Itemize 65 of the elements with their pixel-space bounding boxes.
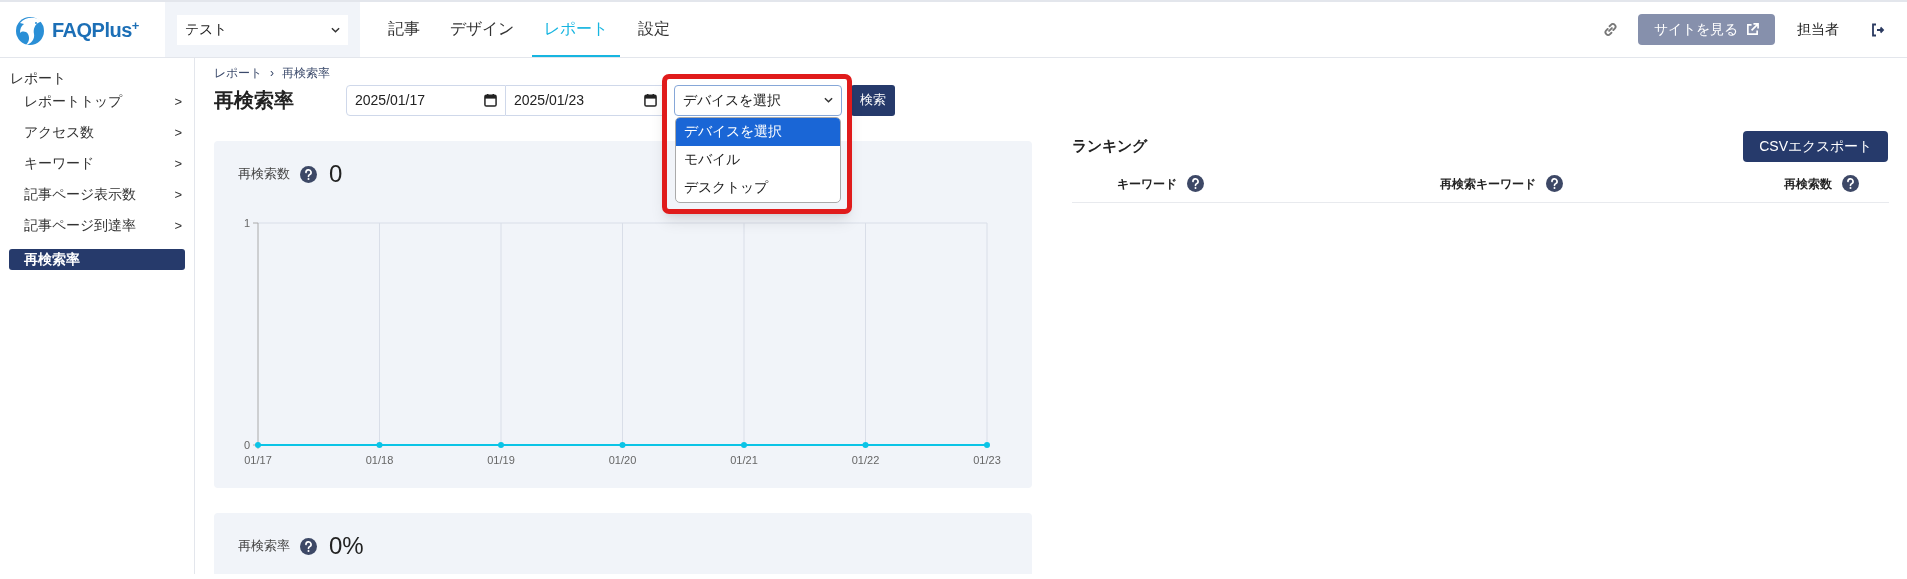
chevron-down-icon: [331, 26, 340, 33]
chevron-text: >: [174, 216, 182, 235]
user-name[interactable]: 担当者: [1797, 19, 1839, 40]
x-tick-label: 01/20: [608, 454, 637, 466]
logo-text: FAQPlus$^{+}$: [52, 17, 139, 43]
dropdown-option[interactable]: モバイル: [676, 145, 840, 174]
nav-tab[interactable]: 設定: [626, 2, 682, 57]
data-point: [376, 442, 383, 448]
chevron-text: >: [174, 92, 182, 111]
logout-icon[interactable]: [1871, 22, 1885, 37]
start-date-field[interactable]: 2025/01/17: [346, 84, 506, 116]
csv-export-button[interactable]: CSVエクスポート: [1743, 131, 1888, 162]
stat-label: 再検索数: [238, 165, 290, 184]
data-point: [619, 442, 626, 448]
page-title: 再検索率: [214, 88, 295, 113]
search-button[interactable]: 検索: [851, 84, 895, 116]
x-tick-label: 01/23: [973, 454, 1001, 466]
data-point: [255, 442, 261, 448]
chevron-text: >: [174, 123, 182, 142]
sidebar-item[interactable]: 再検索率: [9, 249, 185, 270]
stat-value: 0: [329, 159, 343, 189]
y-tick-label: 1: [243, 217, 250, 229]
dropdown-option[interactable]: デバイスを選択: [676, 117, 840, 146]
sidebar-item[interactable]: キーワード >: [0, 148, 194, 179]
data-point: [862, 442, 869, 448]
ranking-title: ランキング: [1072, 136, 1147, 157]
nav-tab[interactable]: 記事: [376, 2, 432, 57]
sidebar-section-title: レポート: [9, 70, 67, 86]
column-header: 再検索数: [1784, 175, 1832, 193]
stat-value: 0%: [329, 531, 364, 561]
link-icon[interactable]: [1603, 22, 1618, 37]
help-icon[interactable]: [1187, 175, 1204, 192]
breadcrumb-item: 再検索率: [282, 66, 330, 80]
column-header: キーワード: [1117, 175, 1177, 193]
x-tick-label: 01/17: [244, 454, 272, 466]
breadcrumb-separator: ›: [270, 66, 274, 80]
x-tick-label: 01/18: [365, 454, 394, 466]
chevron-text: >: [174, 154, 182, 173]
sidebar-item[interactable]: 記事ページ到達率 >: [0, 210, 194, 241]
calendar-icon[interactable]: [644, 93, 657, 107]
column-header: 再検索キーワード: [1440, 175, 1536, 193]
stat-label: 再検索率: [238, 537, 290, 556]
device-select[interactable]: デバイスを選択: [674, 84, 842, 116]
help-icon[interactable]: [300, 537, 317, 555]
external-link-icon: [1746, 23, 1759, 36]
help-icon[interactable]: [1842, 175, 1859, 192]
x-tick-label: 01/22: [851, 454, 880, 466]
sidebar-item[interactable]: レポートトップ >: [0, 86, 194, 117]
dropdown-option[interactable]: デスクトップ: [676, 173, 840, 202]
y-tick-label: 0: [243, 439, 250, 451]
calendar-icon[interactable]: [484, 93, 497, 107]
data-point: [984, 442, 990, 448]
site-select[interactable]: テスト: [177, 14, 348, 45]
sidebar-item[interactable]: 記事ページ表示数 >: [0, 179, 194, 210]
chevron-down-icon: [824, 97, 833, 103]
sidebar-item[interactable]: アクセス数 >: [0, 117, 194, 148]
chevron-text: >: [174, 185, 182, 204]
x-tick-label: 01/19: [487, 454, 515, 466]
nav-tab[interactable]: デザイン: [438, 2, 526, 57]
breadcrumb-item[interactable]: レポート: [214, 66, 262, 80]
data-point: [741, 442, 747, 448]
help-icon[interactable]: [1546, 175, 1563, 192]
x-tick-label: 01/21: [730, 454, 758, 466]
help-icon[interactable]: [300, 165, 317, 183]
data-point: [498, 442, 504, 448]
